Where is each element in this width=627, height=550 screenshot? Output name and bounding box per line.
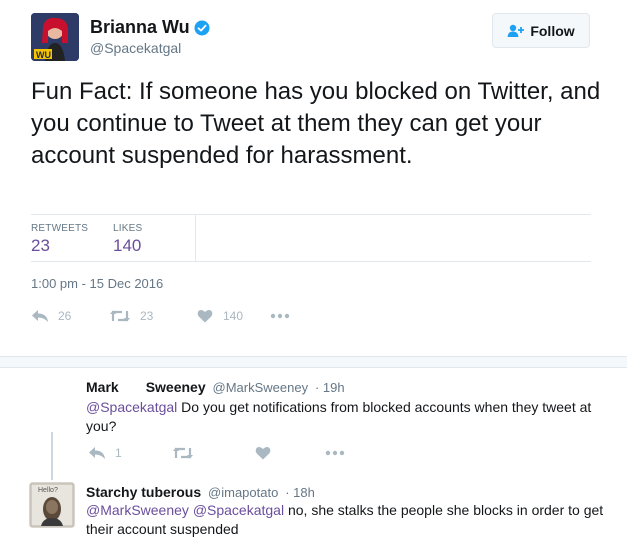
follow-label: Follow: [530, 22, 575, 39]
stats-divider: [195, 215, 196, 262]
reply-text: @MarkSweeney @Spacekatgal no, she stalks…: [86, 501, 606, 539]
reply-count: 26: [58, 309, 72, 323]
reply-author-avatar[interactable]: Hello?: [29, 482, 75, 528]
reply-author-name[interactable]: Starchy tuberous: [86, 484, 201, 500]
reply-retweet-button[interactable]: [172, 446, 255, 460]
reply-author-first[interactable]: Mark: [86, 379, 119, 395]
likes-value: 140: [113, 236, 142, 255]
more-dots-icon: [325, 450, 345, 456]
author-avatar[interactable]: WU: [31, 13, 79, 61]
reply-time[interactable]: · 19h: [315, 380, 345, 395]
reply-time[interactable]: · 18h: [285, 485, 315, 500]
reply-header: Starchy tuberous @imapotato · 18h: [86, 484, 315, 500]
thread-connector: [51, 432, 53, 480]
reply-actions: 1: [88, 446, 345, 460]
reply-reply-button[interactable]: 1: [88, 446, 172, 460]
section-divider: [0, 356, 627, 368]
avatar-badge-text: WU: [36, 50, 51, 60]
follow-button[interactable]: Follow: [492, 13, 590, 48]
tweet-timestamp[interactable]: 1:00 pm - 15 Dec 2016: [31, 276, 163, 291]
reply-mention[interactable]: @MarkSweeney: [86, 502, 189, 518]
reply-more-button[interactable]: [325, 450, 345, 456]
retweets-value: 23: [31, 236, 50, 255]
main-tweet: WU Brianna Wu @Spacekatgal Follow Fun Fa…: [0, 0, 627, 356]
more-button[interactable]: [270, 313, 290, 319]
likes-label: LIKES: [113, 223, 143, 234]
reply-icon: [32, 310, 48, 322]
retweets-label: RETWEETS: [31, 223, 89, 234]
reply-tweet[interactable]: Hello? Starchy tuberous @imapotato · 18h…: [0, 476, 627, 550]
avatar-caption: Hello?: [38, 487, 58, 494]
author-handle[interactable]: @Spacekatgal: [90, 40, 181, 56]
reply-mention[interactable]: @Spacekatgal: [193, 502, 284, 518]
reply-icon: [89, 447, 105, 459]
tweet-actions: 26 23 140: [31, 305, 290, 327]
retweet-icon: [173, 447, 193, 459]
reply-header: Mark Sweeney @MarkSweeney · 19h: [86, 379, 345, 395]
tweet-stats: RETWEETS 23 LIKES 140: [31, 214, 591, 262]
reply-author-handle[interactable]: @MarkSweeney: [213, 380, 309, 395]
author-name[interactable]: Brianna Wu: [90, 17, 210, 38]
reply-like-button[interactable]: [255, 446, 325, 460]
reply-author-last[interactable]: Sweeney: [146, 379, 206, 395]
reply-text: @Spacekatgal Do you get notifications fr…: [86, 398, 606, 436]
heart-icon: [255, 447, 271, 460]
like-button[interactable]: 140: [197, 309, 270, 323]
retweet-count: 23: [140, 309, 154, 323]
reply-author-handle[interactable]: @imapotato: [208, 485, 278, 500]
reply-tweet[interactable]: Mark Sweeney @MarkSweeney · 19h @Spacekat…: [0, 368, 627, 476]
tweet-text: Fun Fact: If someone has you blocked on …: [31, 78, 601, 169]
reply-mention[interactable]: @Spacekatgal: [86, 399, 177, 415]
author-name-text[interactable]: Brianna Wu: [90, 17, 190, 38]
likes-stat[interactable]: LIKES 140: [113, 223, 142, 256]
like-count: 140: [223, 309, 244, 323]
retweet-button[interactable]: 23: [109, 309, 197, 323]
more-dots-icon: [270, 313, 290, 319]
reply-reply-count: 1: [115, 446, 122, 460]
verified-badge-icon: [194, 20, 210, 35]
retweet-icon: [110, 310, 130, 322]
add-user-icon: [507, 24, 525, 37]
reply-button[interactable]: 26: [31, 309, 109, 323]
heart-icon: [197, 310, 213, 323]
retweets-stat[interactable]: RETWEETS 23: [31, 223, 88, 256]
